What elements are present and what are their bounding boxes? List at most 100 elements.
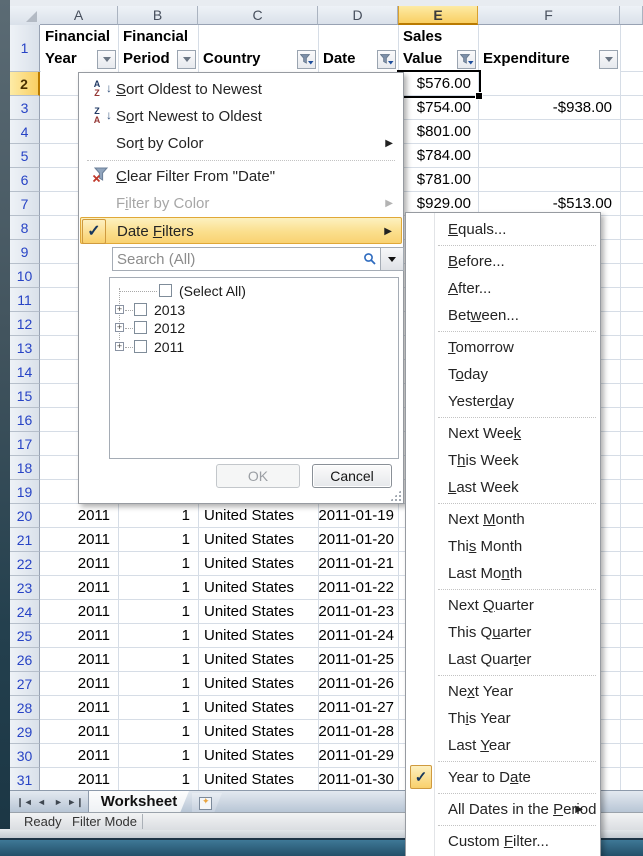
row-header-4[interactable]: 4: [10, 120, 40, 144]
cell-b31[interactable]: 1: [118, 768, 190, 792]
col-header-f[interactable]: F: [478, 6, 620, 25]
checkbox-icon[interactable]: [159, 284, 172, 297]
cell-a30[interactable]: 2011: [40, 744, 110, 768]
menu-item-date-filters[interactable]: ✓Date Filters▶: [80, 217, 402, 244]
cancel-button[interactable]: Cancel: [312, 464, 392, 488]
tab-scroll-first-icon[interactable]: ❙◄: [16, 794, 33, 810]
cell-c24[interactable]: United States: [204, 600, 318, 624]
col-header-partial[interactable]: [620, 6, 643, 25]
row-header-5[interactable]: 5: [10, 144, 40, 168]
submenu-item-last-year[interactable]: Last Year: [407, 732, 599, 759]
cell-b27[interactable]: 1: [118, 672, 190, 696]
row-header-19[interactable]: 19: [10, 480, 40, 504]
cell-e3[interactable]: $754.00: [398, 96, 471, 120]
row-header-13[interactable]: 13: [10, 336, 40, 360]
submenu-item-this-week[interactable]: This Week: [407, 447, 599, 474]
row-header-11[interactable]: 11: [10, 288, 40, 312]
ok-button[interactable]: OK: [216, 464, 300, 488]
submenu-item-year-to-date[interactable]: ✓Year to Date: [407, 764, 599, 791]
cell-c28[interactable]: United States: [204, 696, 318, 720]
submenu-item-next-week[interactable]: Next Week: [407, 420, 599, 447]
search-input[interactable]: [113, 248, 365, 270]
row-header-29[interactable]: 29: [10, 720, 40, 744]
cell-a31[interactable]: 2011: [40, 768, 110, 792]
expand-plus-icon[interactable]: +: [115, 305, 124, 314]
cell-c31[interactable]: United States: [204, 768, 318, 792]
cell-b22[interactable]: 1: [118, 552, 190, 576]
row-header-18[interactable]: 18: [10, 456, 40, 480]
row-header-26[interactable]: 26: [10, 648, 40, 672]
row-header-25[interactable]: 25: [10, 624, 40, 648]
cell-e4[interactable]: $801.00: [398, 120, 471, 144]
cell-a29[interactable]: 2011: [40, 720, 110, 744]
submenu-item-between[interactable]: Between...: [407, 302, 599, 329]
col-header-b[interactable]: B: [118, 6, 198, 25]
cell-d20[interactable]: 2011-01-19: [318, 504, 394, 528]
submenu-item-last-month[interactable]: Last Month: [407, 560, 599, 587]
cell-c29[interactable]: United States: [204, 720, 318, 744]
submenu-item-this-month[interactable]: This Month: [407, 533, 599, 560]
tab-scroll-last-icon[interactable]: ►❙: [67, 794, 84, 810]
row-header-30[interactable]: 30: [10, 744, 40, 768]
cell-c27[interactable]: United States: [204, 672, 318, 696]
row-header-28[interactable]: 28: [10, 696, 40, 720]
filter-value-2012[interactable]: +2012: [110, 319, 398, 337]
cell-b24[interactable]: 1: [118, 600, 190, 624]
expand-plus-icon[interactable]: +: [115, 342, 124, 351]
cell-c26[interactable]: United States: [204, 648, 318, 672]
cell-e5[interactable]: $784.00: [398, 144, 471, 168]
cell-d30[interactable]: 2011-01-29: [318, 744, 394, 768]
row-header-2[interactable]: 2: [10, 72, 40, 96]
cell-d21[interactable]: 2011-01-20: [318, 528, 394, 552]
cell-d31[interactable]: 2011-01-30: [318, 768, 394, 792]
cell-a26[interactable]: 2011: [40, 648, 110, 672]
submenu-item-before[interactable]: Before...: [407, 248, 599, 275]
fill-handle[interactable]: [475, 92, 483, 100]
filter-button-expenditure[interactable]: [599, 50, 618, 69]
cell-a23[interactable]: 2011: [40, 576, 110, 600]
resize-grip[interactable]: [390, 490, 401, 501]
cell-c25[interactable]: United States: [204, 624, 318, 648]
row-header-23[interactable]: 23: [10, 576, 40, 600]
menu-item-filter-by-color[interactable]: Filter by Color▶: [80, 190, 402, 217]
row-header-10[interactable]: 10: [10, 264, 40, 288]
submenu-item-next-quarter[interactable]: Next Quarter: [407, 592, 599, 619]
filter-button-sales-value[interactable]: [457, 50, 476, 69]
row-header-12[interactable]: 12: [10, 312, 40, 336]
cell-d28[interactable]: 2011-01-27: [318, 696, 394, 720]
submenu-item-after[interactable]: After...: [407, 275, 599, 302]
row-header-7[interactable]: 7: [10, 192, 40, 216]
filter-value-2011[interactable]: +2011: [110, 338, 398, 356]
checkbox-icon[interactable]: [134, 321, 147, 334]
cell-c22[interactable]: United States: [204, 552, 318, 576]
col-header-e[interactable]: E: [398, 6, 478, 25]
cell-a28[interactable]: 2011: [40, 696, 110, 720]
cell-a27[interactable]: 2011: [40, 672, 110, 696]
row-header-22[interactable]: 22: [10, 552, 40, 576]
col-header-a[interactable]: A: [40, 6, 118, 25]
menu-item-sort-by-color[interactable]: Sort by Color▶: [80, 130, 402, 157]
row-header-21[interactable]: 21: [10, 528, 40, 552]
submenu-item-tomorrow[interactable]: Tomorrow: [407, 334, 599, 361]
cell-c23[interactable]: United States: [204, 576, 318, 600]
cell-f3[interactable]: -$938.00: [478, 96, 612, 120]
cell-d22[interactable]: 2011-01-21: [318, 552, 394, 576]
cell-b30[interactable]: 1: [118, 744, 190, 768]
expand-plus-icon[interactable]: +: [115, 323, 124, 332]
submenu-item-all-dates-in-the-period[interactable]: All Dates in the Period▶: [407, 796, 599, 823]
tab-scroll-next-icon[interactable]: ►: [50, 794, 67, 810]
cell-d25[interactable]: 2011-01-24: [318, 624, 394, 648]
cell-b21[interactable]: 1: [118, 528, 190, 552]
submenu-item-yesterday[interactable]: Yesterday: [407, 388, 599, 415]
submenu-item-this-quarter[interactable]: This Quarter: [407, 619, 599, 646]
cell-e6[interactable]: $781.00: [398, 168, 471, 192]
row-header-9[interactable]: 9: [10, 240, 40, 264]
cell-b28[interactable]: 1: [118, 696, 190, 720]
cell-d29[interactable]: 2011-01-28: [318, 720, 394, 744]
checkbox-icon[interactable]: [134, 340, 147, 353]
cell-d26[interactable]: 2011-01-25: [318, 648, 394, 672]
cell-c30[interactable]: United States: [204, 744, 318, 768]
filter-button-financial-period[interactable]: [177, 50, 196, 69]
filter-button-date[interactable]: [377, 50, 396, 69]
cell-c21[interactable]: United States: [204, 528, 318, 552]
